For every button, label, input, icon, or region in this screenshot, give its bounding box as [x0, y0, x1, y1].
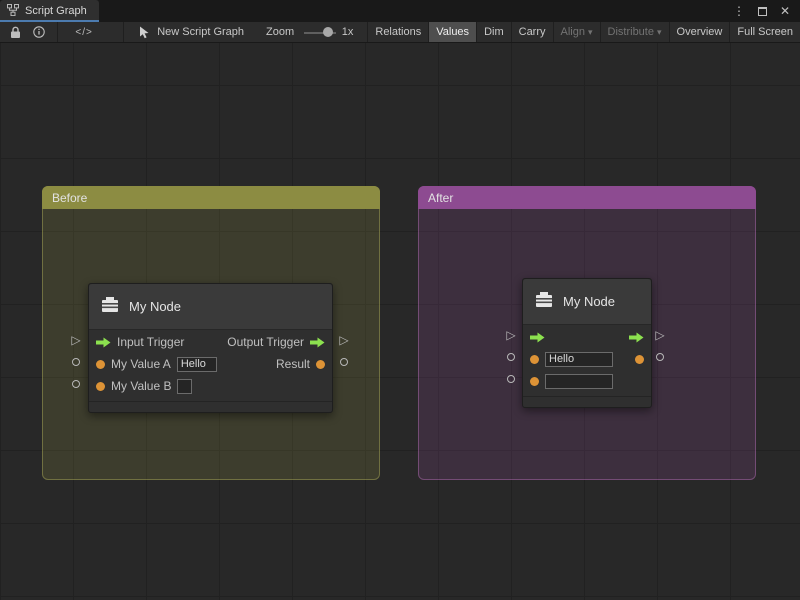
- value-b-input[interactable]: [545, 374, 613, 389]
- toolbar-button-overview[interactable]: Overview: [669, 22, 730, 42]
- toolbar-button-align: Align ▾: [553, 22, 600, 42]
- chevron-down-icon: ▾: [657, 27, 662, 38]
- node-footer: [89, 401, 332, 412]
- zoom-label: Zoom: [266, 26, 294, 38]
- code-icon[interactable]: </>: [75, 27, 92, 38]
- group-before-header[interactable]: Before: [42, 186, 380, 209]
- toolbar-button-relations[interactable]: Relations: [367, 22, 428, 42]
- info-icon[interactable]: [33, 26, 45, 38]
- zoom-slider-knob[interactable]: [323, 27, 333, 37]
- trigger-port-row: [523, 326, 651, 348]
- node-footer: [523, 396, 651, 407]
- port-label: Output Trigger: [227, 335, 304, 349]
- value-b-port-row: [523, 370, 651, 392]
- external-exec-output-port[interactable]: ▷: [339, 334, 348, 346]
- port-label: My Value A: [111, 357, 171, 371]
- toolbar-button-carry[interactable]: Carry: [511, 22, 553, 42]
- value-a-input[interactable]: [545, 352, 613, 367]
- maximize-icon[interactable]: [758, 7, 767, 16]
- exec-input-port-icon[interactable]: [530, 332, 545, 343]
- my-node-before[interactable]: My Node Input Trigger Output Trigger: [88, 283, 333, 413]
- group-before-label: Before: [52, 191, 87, 205]
- data-port-dot[interactable]: [96, 382, 105, 391]
- exec-output-port-icon[interactable]: [310, 337, 325, 348]
- toolbar-button-fullscreen[interactable]: Full Screen: [729, 22, 800, 42]
- graph-canvas[interactable]: Before After My Node: [0, 43, 800, 600]
- zoom-value: 1x: [342, 26, 354, 38]
- data-port-dot[interactable]: [96, 360, 105, 369]
- node-icon: [100, 296, 120, 317]
- value-a-port-row: [523, 348, 651, 370]
- script-graph-icon: [7, 4, 19, 19]
- tab-script-graph[interactable]: Script Graph: [0, 0, 99, 22]
- graph-toolbar: </> New Script Graph Zoom 1x Relations V…: [0, 22, 800, 43]
- zoom-slider[interactable]: [304, 22, 336, 43]
- value-a-input[interactable]: [177, 357, 217, 372]
- node-title: My Node: [129, 299, 181, 314]
- value-b-input[interactable]: [177, 379, 192, 394]
- port-label: Input Trigger: [117, 335, 184, 349]
- data-port-dot[interactable]: [316, 360, 325, 369]
- toolbar-button-distribute: Distribute ▾: [600, 22, 669, 42]
- my-node-after[interactable]: My Node: [522, 278, 652, 408]
- node-header[interactable]: My Node: [523, 279, 651, 325]
- value-a-port-row: My Value A Result: [89, 353, 332, 375]
- graph-name-label: New Script Graph: [157, 26, 244, 38]
- node-body: Input Trigger Output Trigger My Value A: [89, 330, 332, 398]
- button-label: Align: [561, 26, 585, 38]
- window-controls: ⋮ ✕: [733, 0, 800, 22]
- toolbar-button-dim[interactable]: Dim: [476, 22, 511, 42]
- external-exec-input-port[interactable]: ▷: [71, 334, 80, 346]
- graph-name: New Script Graph: [139, 26, 244, 39]
- external-data-port[interactable]: [72, 358, 80, 366]
- chevron-down-icon: ▾: [588, 27, 593, 38]
- data-port-dot[interactable]: [530, 377, 539, 386]
- close-icon[interactable]: ✕: [780, 5, 790, 17]
- button-label: Distribute: [608, 26, 654, 38]
- external-exec-output-port[interactable]: ▷: [655, 329, 664, 341]
- group-after-header[interactable]: After: [418, 186, 756, 209]
- menu-icon[interactable]: ⋮: [733, 5, 745, 17]
- port-label: Result: [276, 357, 310, 371]
- external-exec-input-port[interactable]: ▷: [506, 329, 515, 341]
- external-data-port[interactable]: [340, 358, 348, 366]
- data-port-dot[interactable]: [635, 355, 644, 364]
- toolbar-button-values[interactable]: Values: [428, 22, 476, 42]
- pointer-icon: [139, 26, 150, 39]
- trigger-port-row: Input Trigger Output Trigger: [89, 331, 332, 353]
- port-label: My Value B: [111, 379, 171, 393]
- lock-icon[interactable]: [10, 26, 21, 39]
- value-b-port-row: My Value B: [89, 375, 332, 397]
- script-graph-window: Script Graph ⋮ ✕ </>: [0, 0, 800, 600]
- tab-bar: Script Graph ⋮ ✕: [0, 0, 800, 22]
- node-header[interactable]: My Node: [89, 284, 332, 330]
- tab-label: Script Graph: [25, 5, 87, 17]
- data-port-dot[interactable]: [530, 355, 539, 364]
- group-after-label: After: [428, 191, 453, 205]
- exec-input-port-icon[interactable]: [96, 337, 111, 348]
- exec-output-port-icon[interactable]: [629, 332, 644, 343]
- external-data-port[interactable]: [507, 375, 515, 383]
- node-body: [523, 325, 651, 393]
- node-icon: [534, 291, 554, 312]
- toolbar-buttons: Relations Values Dim Carry Align ▾ Distr…: [367, 22, 800, 42]
- external-data-port[interactable]: [656, 353, 664, 361]
- external-data-port[interactable]: [72, 380, 80, 388]
- external-data-port[interactable]: [507, 353, 515, 361]
- node-title: My Node: [563, 294, 615, 309]
